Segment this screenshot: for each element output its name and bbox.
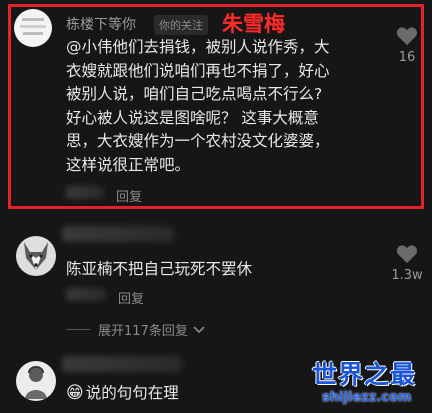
comment-username[interactable]: 栋楼下等你 [66, 14, 136, 34]
watermark-url: shijiezz.com [322, 390, 412, 405]
blurred-timestamp [66, 288, 106, 301]
heart-icon[interactable] [396, 244, 418, 264]
blurred-username [62, 356, 182, 372]
blurred-username [62, 226, 174, 242]
heart-icon[interactable] [396, 26, 418, 46]
watermark-title: 世界之最 [312, 360, 417, 389]
expand-replies-label: 展开117条回复 [98, 324, 188, 339]
reply-button[interactable]: 回复 [118, 288, 144, 307]
comment-text: 😁 说的句句在理 [66, 382, 179, 406]
comment-text: 陈亚楠不把自己玩死不罢休 [66, 260, 253, 278]
avatar[interactable] [16, 236, 56, 276]
expand-replies[interactable]: 展开117条回复 [66, 320, 206, 339]
following-badge: 你的关注 [154, 15, 208, 35]
reply-button[interactable]: 回复 [116, 186, 142, 205]
chevron-down-icon [193, 325, 205, 333]
like-count: 1.3w [391, 268, 423, 283]
blurred-timestamp [66, 186, 104, 199]
comment-text: @小伟他们去捐钱，被别人说作秀，大 衣嫂就跟他们说咱们再也不捐了，好心 被别人说… [66, 38, 330, 174]
avatar[interactable] [14, 9, 52, 47]
like-count: 16 [398, 50, 416, 65]
avatar[interactable] [16, 361, 56, 401]
divider-line [66, 329, 90, 330]
annotation-label: 朱雪梅 [222, 12, 285, 36]
grinning-face-icon: 😁 [66, 383, 84, 403]
